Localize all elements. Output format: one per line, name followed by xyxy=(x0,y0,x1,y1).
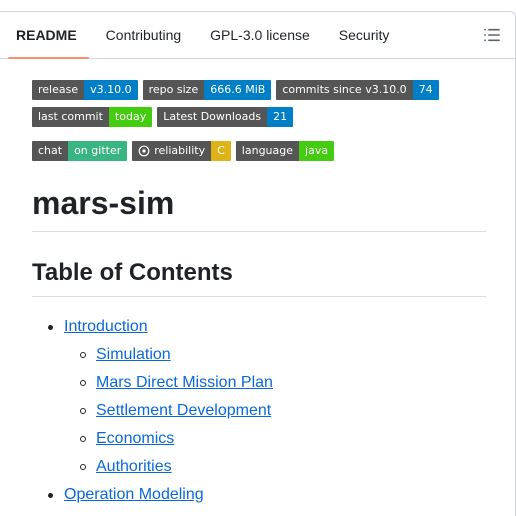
language-badge[interactable]: language java xyxy=(235,141,335,161)
list-item: Authorities xyxy=(64,455,486,479)
release-badge[interactable]: release v3.10.0 xyxy=(32,80,138,100)
badge-label: language xyxy=(235,141,300,161)
badge-label: commits since v3.10.0 xyxy=(276,80,413,100)
badge-value: 666.6 MiB xyxy=(204,80,272,100)
badge-value: v3.10.0 xyxy=(84,80,138,100)
badge-label: repo size xyxy=(142,80,205,100)
gitter-chat-badge[interactable]: chat on gitter xyxy=(32,141,128,161)
list-item: Mars Direct Mission Plan xyxy=(64,371,486,395)
badge-label: last commit xyxy=(32,107,109,127)
badge-label: reliability xyxy=(154,144,206,157)
toc-link-operation-modeling[interactable]: Operation Modeling xyxy=(64,486,204,503)
tab-contributing[interactable]: Contributing xyxy=(94,12,194,58)
tab-readme[interactable]: README xyxy=(0,12,89,59)
toc-list: Introduction Simulation Mars Direct Miss… xyxy=(32,315,486,507)
last-commit-badge[interactable]: last commit today xyxy=(32,107,153,127)
badge-value: 74 xyxy=(412,80,439,100)
badge-label: release xyxy=(32,80,85,100)
list-item: Simulation xyxy=(64,343,486,367)
toc-link-economics[interactable]: Economics xyxy=(96,430,174,447)
toc-link-authorities[interactable]: Authorities xyxy=(96,458,172,475)
list-item: Settlement Development xyxy=(64,399,486,423)
toc-sublist: Simulation Mars Direct Mission Plan Sett… xyxy=(64,343,486,479)
list-item: Operation Modeling xyxy=(32,483,486,507)
badge-value: 21 xyxy=(267,107,294,127)
toc-link-introduction[interactable]: Introduction xyxy=(64,318,148,335)
tab-license[interactable]: GPL-3.0 license xyxy=(198,12,322,58)
commits-since-badge[interactable]: commits since v3.10.0 74 xyxy=(276,80,439,100)
tab-security[interactable]: Security xyxy=(327,12,402,58)
list-item: Economics xyxy=(64,427,486,451)
badge-row-1: release v3.10.0 repo size 666.6 MiB comm… xyxy=(32,80,486,100)
badge-value: on gitter xyxy=(68,141,128,161)
badge-value: java xyxy=(299,141,335,161)
reliability-badge[interactable]: reliability C xyxy=(132,141,231,161)
badge-label: chat xyxy=(32,141,69,161)
codacy-icon xyxy=(138,145,150,157)
toc-heading: Table of Contents xyxy=(32,258,486,297)
latest-downloads-badge[interactable]: Latest Downloads 21 xyxy=(157,107,294,127)
badge-label: Latest Downloads xyxy=(157,107,268,127)
badge-value: today xyxy=(108,107,153,127)
list-item: Introduction Simulation Mars Direct Miss… xyxy=(32,315,486,479)
readme-content: release v3.10.0 repo size 666.6 MiB comm… xyxy=(32,80,486,507)
toc-link-mars-direct[interactable]: Mars Direct Mission Plan xyxy=(96,374,273,391)
readme-tabs: README Contributing GPL-3.0 license Secu… xyxy=(0,12,515,59)
repo-size-badge[interactable]: repo size 666.6 MiB xyxy=(142,80,272,100)
badge-row-3: chat on gitter reliability C language ja… xyxy=(32,141,486,161)
badge-row-2: last commit today Latest Downloads 21 xyxy=(32,107,486,127)
toc-link-simulation[interactable]: Simulation xyxy=(96,346,171,363)
outline-list-icon[interactable] xyxy=(483,26,501,44)
toc-link-settlement[interactable]: Settlement Development xyxy=(96,402,271,419)
page-title: mars-sim xyxy=(32,183,486,232)
badge-value: C xyxy=(211,141,231,161)
